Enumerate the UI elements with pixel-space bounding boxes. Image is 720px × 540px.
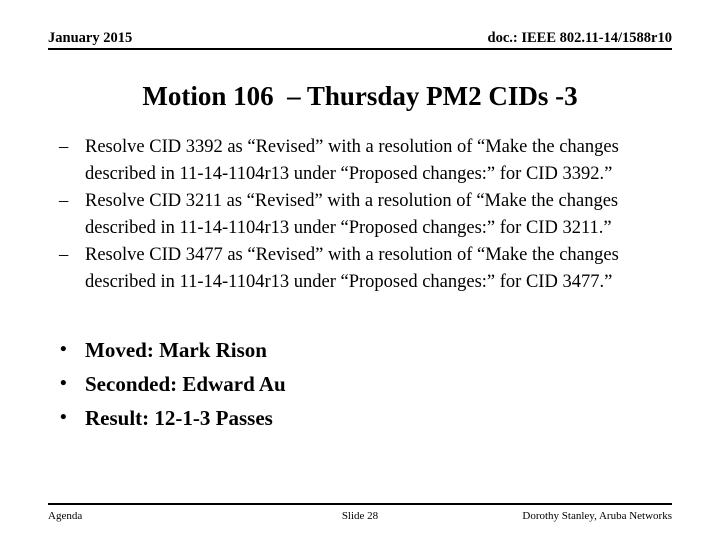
dash-marker-icon: – xyxy=(59,245,69,265)
slide: January 2015 doc.: IEEE 802.11-14/1588r1… xyxy=(0,0,720,540)
resolution-text: Resolve CID 3392 as “Revised” with a res… xyxy=(85,137,619,184)
list-item: – Resolve CID 3392 as “Revised” with a r… xyxy=(48,134,672,188)
vote-moved-text: Moved: Mark Rison xyxy=(85,338,267,362)
footer-section-label: Agenda xyxy=(48,510,83,522)
page-title: Motion 106 – Thursday PM2 CIDs -3 xyxy=(142,81,578,111)
bullet-marker-icon: • xyxy=(60,373,67,394)
dash-marker-icon: – xyxy=(59,191,69,211)
list-item: • Seconded: Edward Au xyxy=(48,367,672,401)
list-item: – Resolve CID 3211 as “Revised” with a r… xyxy=(48,188,672,242)
vote-result-text: Result: 12-1-3 Passes xyxy=(85,406,273,430)
footer-divider xyxy=(48,503,672,505)
bullet-marker-icon: • xyxy=(60,339,67,360)
header-document-id: doc.: IEEE 802.11-14/1588r10 xyxy=(487,30,672,46)
list-item: – Resolve CID 3477 as “Revised” with a r… xyxy=(48,242,672,296)
resolution-text: Resolve CID 3477 as “Revised” with a res… xyxy=(85,245,619,292)
header-date: January 2015 xyxy=(48,30,133,46)
list-item: • Moved: Mark Rison xyxy=(48,333,672,367)
vote-list: • Moved: Mark Rison • Seconded: Edward A… xyxy=(48,333,672,435)
slide-body: – Resolve CID 3392 as “Revised” with a r… xyxy=(48,134,672,435)
bullet-marker-icon: • xyxy=(60,407,67,428)
slide-footer: Slide 28 Agenda Dorothy Stanley, Aruba N… xyxy=(48,509,672,525)
dash-marker-icon: – xyxy=(59,137,69,157)
footer-author: Dorothy Stanley, Aruba Networks xyxy=(522,510,672,522)
resolution-list: – Resolve CID 3392 as “Revised” with a r… xyxy=(48,134,672,296)
list-item: • Result: 12-1-3 Passes xyxy=(48,401,672,435)
vote-seconded-text: Seconded: Edward Au xyxy=(85,372,286,396)
header-divider xyxy=(48,48,672,50)
resolution-text: Resolve CID 3211 as “Revised” with a res… xyxy=(85,191,619,238)
